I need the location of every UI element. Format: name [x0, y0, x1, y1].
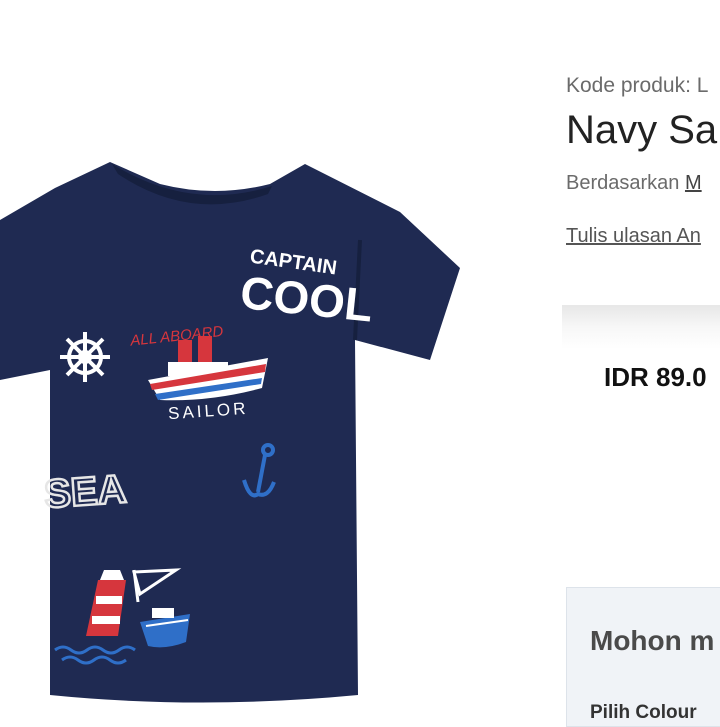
rating-prefix: Berdasarkan [566, 172, 680, 194]
write-review-link[interactable]: Tulis ulasan An [566, 225, 701, 248]
product-image[interactable]: CAPTAIN COOL ALL ABOARD SAILOR SEA [0, 150, 470, 710]
rating-summary: Berdasarkan M [566, 172, 702, 195]
product-code: Kode produk: L [566, 74, 709, 97]
tshirt-body [0, 162, 460, 703]
print-sea-text: SEA [43, 467, 128, 517]
ship-wheel-icon [60, 332, 110, 382]
colour-select-label: Pilih Colour [590, 702, 697, 723]
notice-title: Mohon m [590, 625, 715, 656]
product-title: Navy Sa [566, 108, 718, 152]
rating-link[interactable]: M [685, 172, 702, 194]
product-price: IDR 89.0 [604, 362, 707, 392]
navy-tshirt-illustration: CAPTAIN COOL ALL ABOARD SAILOR SEA [0, 162, 460, 703]
